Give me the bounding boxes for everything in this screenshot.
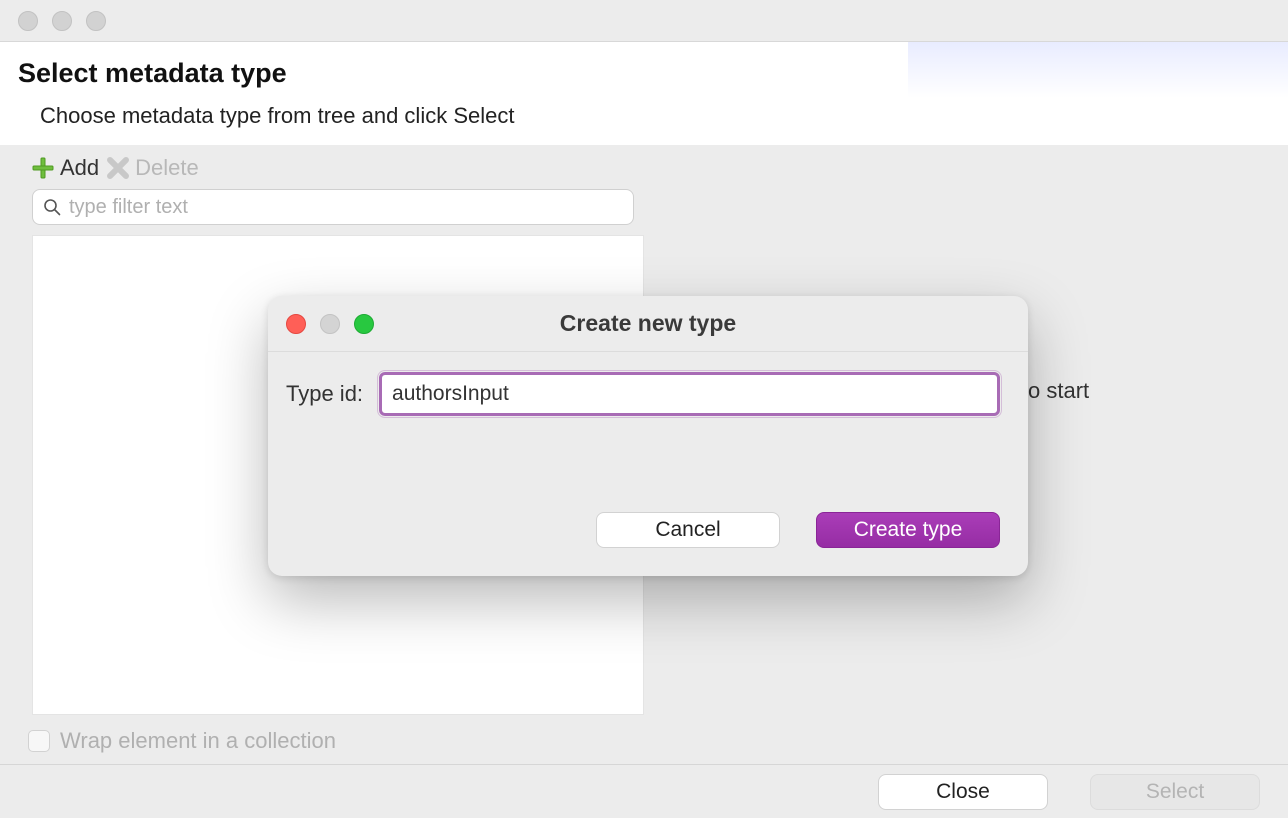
detail-hint-text: o start [1028, 378, 1089, 404]
cancel-button[interactable]: Cancel [596, 512, 780, 548]
create-type-modal: Create new type Type id: Cancel Create t… [268, 296, 1028, 576]
close-button[interactable]: Close [878, 774, 1048, 810]
maximize-window-icon[interactable] [86, 11, 106, 31]
dialog-subtitle: Choose metadata type from tree and click… [18, 103, 1270, 129]
dialog-footer: Close Select [0, 764, 1288, 818]
add-button[interactable]: Add [32, 155, 99, 181]
add-label: Add [60, 155, 99, 181]
search-icon [43, 198, 61, 216]
delete-x-icon [107, 157, 129, 179]
window-titlebar [0, 0, 1288, 42]
filter-input[interactable] [69, 196, 623, 219]
wrap-collection-row: Wrap element in a collection [28, 728, 336, 754]
modal-minimize-icon [320, 314, 340, 334]
type-id-input[interactable] [379, 372, 1000, 416]
modal-title: Create new type [268, 310, 1028, 337]
header-gradient-decoration [908, 42, 1288, 98]
modal-maximize-icon[interactable] [354, 314, 374, 334]
wrap-collection-label: Wrap element in a collection [60, 728, 336, 754]
delete-button: Delete [107, 155, 199, 181]
toolbar: Add Delete [32, 155, 1270, 181]
modal-titlebar: Create new type [268, 296, 1028, 352]
minimize-window-icon[interactable] [52, 11, 72, 31]
modal-footer: Cancel Create type [286, 512, 1000, 548]
modal-close-icon[interactable] [286, 314, 306, 334]
delete-label: Delete [135, 155, 199, 181]
plus-icon [32, 157, 54, 179]
type-id-label: Type id: [286, 381, 363, 407]
dialog-header: Select metadata type Choose metadata typ… [0, 42, 1288, 145]
create-type-button[interactable]: Create type [816, 512, 1000, 548]
modal-body: Type id: Cancel Create type [268, 352, 1028, 576]
type-id-field-row: Type id: [286, 372, 1000, 416]
wrap-collection-checkbox[interactable] [28, 730, 50, 752]
select-button: Select [1090, 774, 1260, 810]
close-window-icon[interactable] [18, 11, 38, 31]
modal-traffic-lights [286, 314, 374, 334]
filter-input-container[interactable] [32, 189, 634, 225]
